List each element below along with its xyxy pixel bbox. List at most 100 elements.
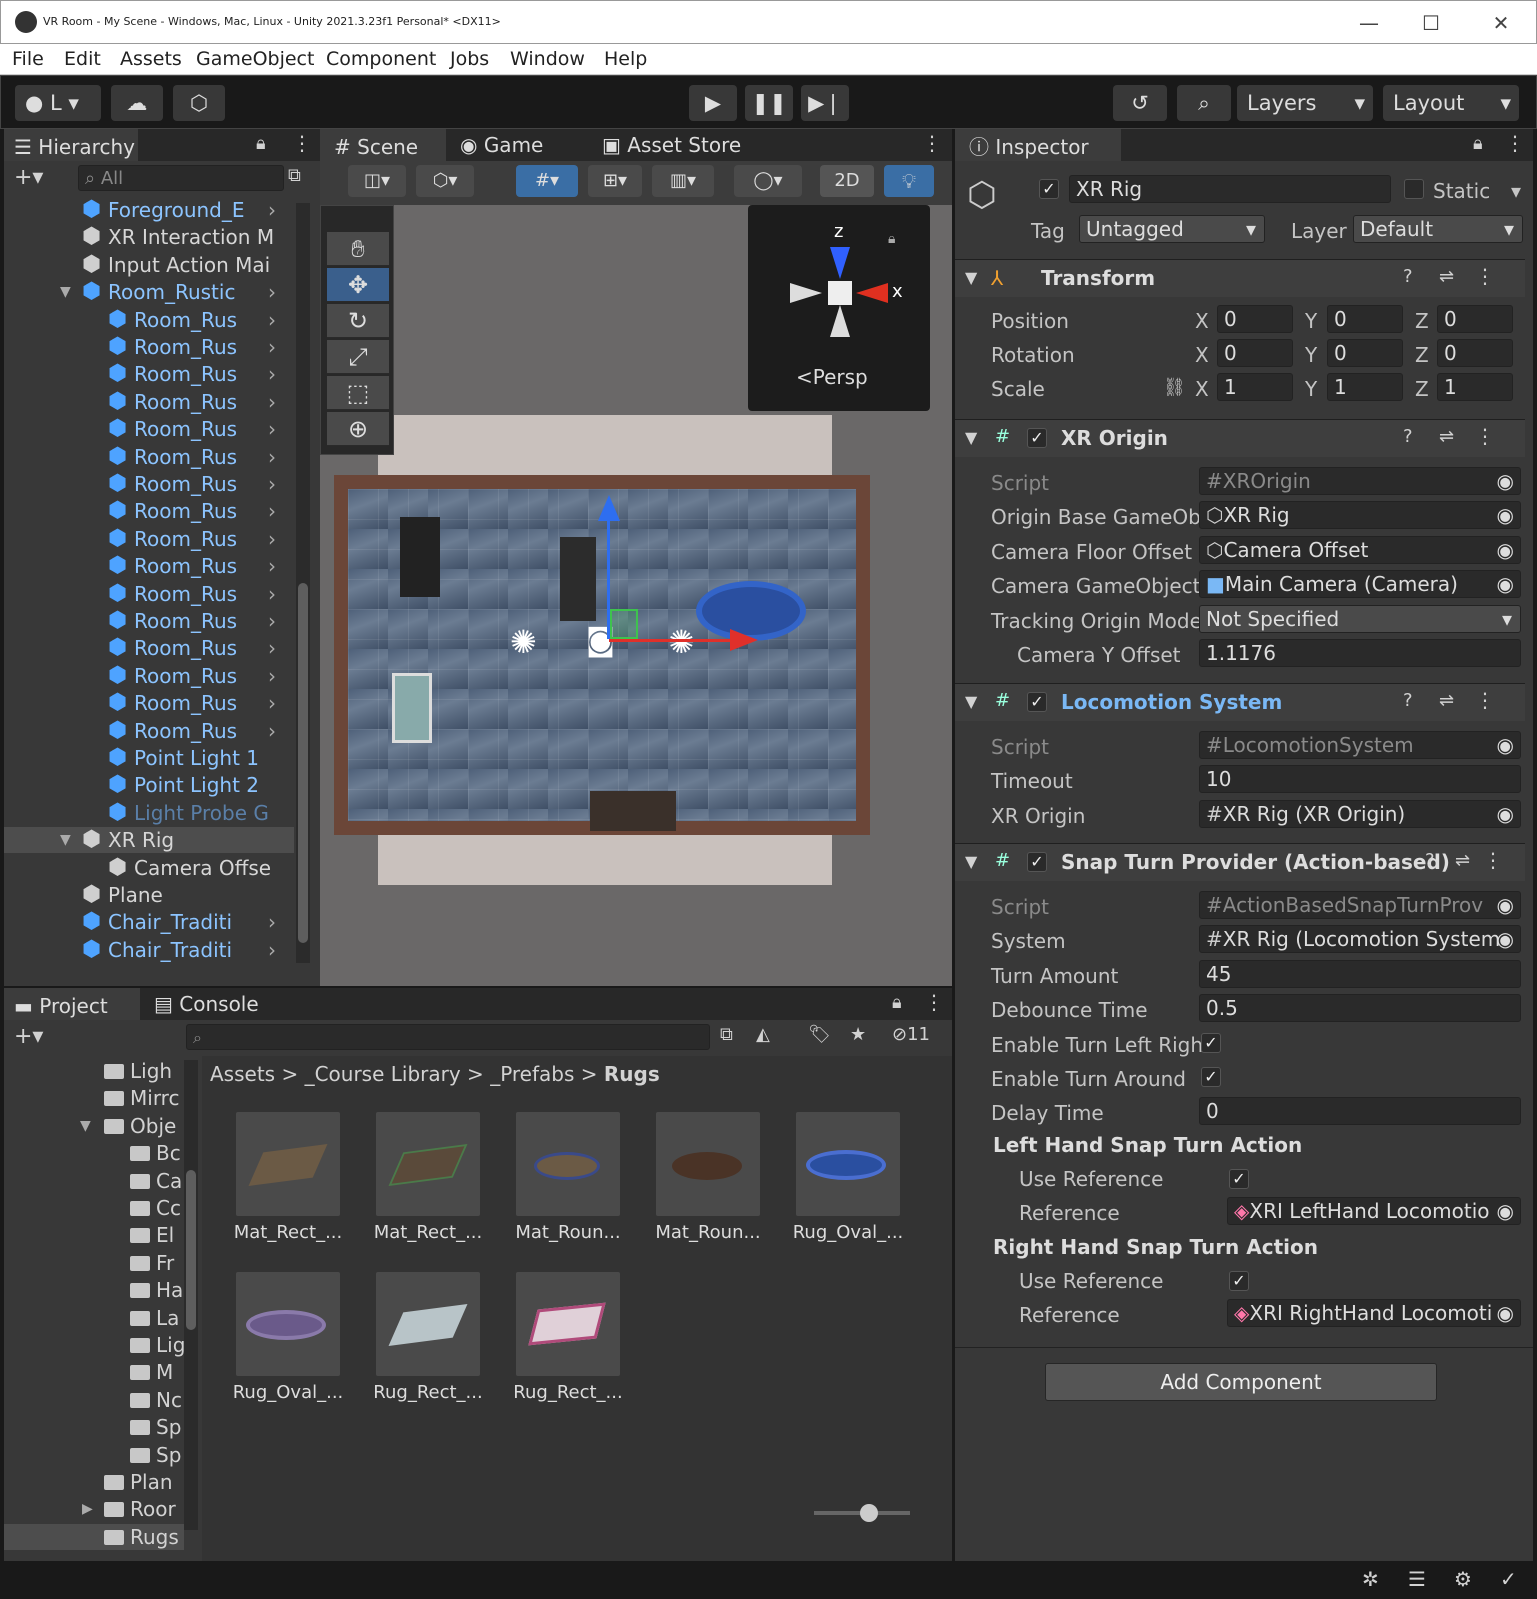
foldout-arrow-icon[interactable]: ▼ [965, 852, 977, 871]
hand-tool[interactable]: ✋︎ [327, 232, 389, 266]
play-button[interactable]: ▶ [689, 85, 737, 121]
hierarchy-item[interactable]: ⬢ Room_Rus › [4, 718, 294, 744]
field-value[interactable]: ⬡XR Rig ◉ [1199, 501, 1521, 530]
folder-tree-item[interactable]: Ligh [4, 1058, 184, 1084]
layer-dropdown[interactable]: Default ▾ [1353, 215, 1523, 243]
xr-origin-header[interactable]: ▼ # ✓ XR Origin ? ⇌ ⋮ [955, 419, 1525, 457]
hierarchy-item[interactable]: ⬢ Room_Rus › [4, 416, 294, 442]
hierarchy-item[interactable]: ⬢ Room_Rus › [4, 307, 294, 333]
persp-label[interactable]: <Persp [796, 365, 868, 389]
tab-project[interactable]: ▬ Project [4, 988, 140, 1020]
chevron-right-icon[interactable]: › [268, 197, 276, 223]
menu-gameobject[interactable]: GameObject [196, 48, 314, 70]
hidden-packages-button[interactable]: ⊘11 [892, 1024, 930, 1045]
hierarchy-item[interactable]: ⬢ Room_Rus › [4, 663, 294, 689]
locomotion-header[interactable]: ▼ # ✓ Locomotion System ? ⇌ ⋮ [955, 683, 1525, 721]
foldout-arrow-icon[interactable]: ▼ [60, 279, 71, 305]
chevron-right-icon[interactable]: › [268, 307, 276, 333]
foldout-arrow-icon[interactable]: ▼ [80, 1113, 91, 1139]
folder-tree-item[interactable]: M [4, 1359, 184, 1385]
folder-tree-item[interactable]: Bc [4, 1140, 184, 1166]
shading-button[interactable]: ⬡▾ [416, 165, 474, 197]
tab-scene[interactable]: # Scene [320, 129, 446, 161]
chevron-right-icon[interactable]: › [268, 334, 276, 360]
chevron-right-icon[interactable]: › [268, 909, 276, 935]
breadcrumb-assets[interactable]: Assets [210, 1062, 275, 1086]
folder-tree-item[interactable]: Lig [4, 1332, 184, 1358]
xr-origin-enabled-checkbox[interactable]: ✓ [1027, 428, 1047, 448]
cloud-button[interactable]: ☁ [111, 85, 163, 121]
field-value[interactable]: #XR Rig (Locomotion System ◉ [1199, 925, 1521, 954]
rotate-tool[interactable]: ↻ [327, 304, 389, 338]
filter-type-icon[interactable]: ◭ [756, 1024, 770, 1045]
scale-y-field[interactable]: 1 [1327, 373, 1403, 401]
field-value[interactable]: ■Main Camera (Camera) ◉ [1199, 570, 1521, 599]
lock-icon[interactable]: 🔒︎ [892, 992, 902, 1013]
auto-generate-icon[interactable]: ⚙ [1454, 1567, 1472, 1591]
gizmo-negz-cone[interactable] [830, 305, 850, 337]
static-checkbox[interactable] [1404, 179, 1424, 199]
hierarchy-item[interactable]: ▼ ⬢ XR Rig [4, 827, 294, 854]
layout-dropdown[interactable]: Layout ▾ [1383, 85, 1519, 121]
chevron-right-icon[interactable]: › [268, 389, 276, 415]
gizmo-negx-cone[interactable] [790, 283, 822, 303]
help-icon[interactable]: ? [1403, 690, 1413, 711]
point-light-2-icon[interactable]: ✺ [668, 623, 695, 661]
pause-button[interactable]: ❚❚ [745, 85, 793, 121]
menu-help[interactable]: Help [604, 48, 647, 70]
asset-thumbnail[interactable] [656, 1112, 760, 1216]
hierarchy-options-icon[interactable]: ⧉ [288, 165, 301, 186]
tab-console[interactable]: ▤ Console [154, 988, 284, 1020]
chevron-right-icon[interactable]: › [268, 608, 276, 634]
asset-thumbnail[interactable] [376, 1272, 480, 1376]
hierarchy-item[interactable]: ⬢ Room_Rus › [4, 553, 294, 579]
menu-file[interactable]: File [12, 48, 44, 70]
orientation-gizmo[interactable]: z x 🔒︎ <Persp [748, 205, 930, 411]
menu-component[interactable]: Component [326, 48, 436, 70]
position-x-field[interactable]: 0 [1217, 305, 1293, 333]
hierarchy-item[interactable]: ⬢ XR Interaction M [4, 224, 294, 250]
hierarchy-item[interactable]: ⬢ Camera Offse [4, 855, 294, 881]
foldout-arrow-icon[interactable]: ▼ [965, 428, 977, 447]
2d-toggle-button[interactable]: 2D [820, 165, 874, 197]
hierarchy-item[interactable]: ⬢ Point Light 1 [4, 745, 294, 771]
slider-thumb[interactable] [860, 1504, 878, 1522]
search-by-type-icon[interactable]: ⧉ [720, 1024, 733, 1045]
collab-button[interactable]: ⬡ [173, 85, 225, 121]
kebab-menu-icon[interactable]: ⋮ [1475, 688, 1495, 712]
folder-tree-item[interactable]: Rugs [4, 1523, 184, 1550]
field-value[interactable]: 45 [1199, 959, 1521, 988]
account-button[interactable]: ● L ▾ [15, 85, 101, 121]
tree-scrollbar[interactable] [184, 1060, 198, 1530]
snap-turn-header[interactable]: ▼ # ✓ Snap Turn Provider (Action-based) … [955, 843, 1525, 881]
folder-tree-item[interactable]: Ha [4, 1277, 184, 1303]
move-tool[interactable]: ✥ [327, 268, 389, 302]
lock-icon[interactable]: 🔒︎ [256, 133, 266, 154]
cache-icon[interactable]: ☰ [1408, 1567, 1426, 1591]
field-checkbox[interactable]: ✓ [1201, 1032, 1221, 1053]
check-icon[interactable]: ✓ [1500, 1567, 1517, 1591]
object-picker-icon[interactable]: ◉ [1497, 1198, 1514, 1224]
rotation-x-field[interactable]: 0 [1217, 339, 1293, 367]
chevron-right-icon[interactable]: › [268, 581, 276, 607]
favorite-icon[interactable]: ★ [850, 1024, 866, 1045]
help-icon[interactable]: ? [1403, 426, 1413, 447]
help-icon[interactable]: ? [1425, 850, 1435, 871]
hierarchy-item[interactable]: ⬢ Input Action Mai [4, 252, 294, 278]
hierarchy-item[interactable]: ⬢ Room_Rus › [4, 444, 294, 470]
rect-tool[interactable]: ⬚ [327, 376, 389, 410]
chevron-right-icon[interactable]: › [268, 663, 276, 689]
help-icon[interactable]: ? [1403, 266, 1413, 287]
hierarchy-item[interactable]: ⬢ Room_Rus › [4, 498, 294, 524]
scale-x-field[interactable]: 1 [1217, 373, 1293, 401]
render-button[interactable]: ◯▾ [734, 165, 802, 197]
field-value[interactable]: 10 [1199, 765, 1521, 794]
folder-tree-item[interactable]: Ca [4, 1168, 184, 1194]
chevron-right-icon[interactable]: › [268, 498, 276, 524]
layers-dropdown[interactable]: Layers ▾ [1237, 85, 1373, 121]
left-use-reference-checkbox[interactable]: ✓ [1229, 1169, 1249, 1189]
scroll-thumb[interactable] [298, 583, 308, 943]
hierarchy-item[interactable]: ⬢ Room_Rus › [4, 526, 294, 552]
maximize-button[interactable]: ☐ [1411, 9, 1451, 37]
rotation-z-field[interactable]: 0 [1437, 339, 1513, 367]
